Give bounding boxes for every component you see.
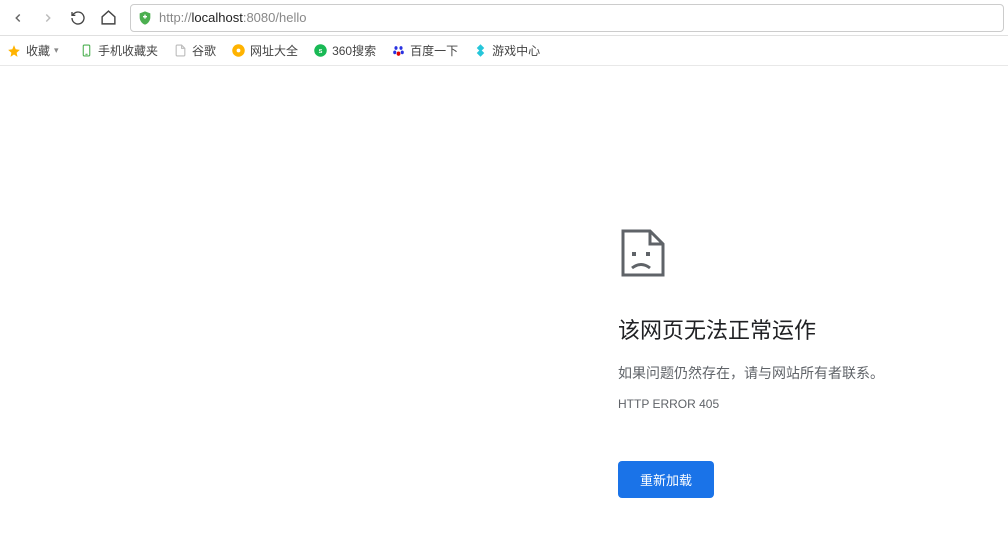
bookmark-sites[interactable]: 网址大全 [230, 42, 298, 59]
bookmark-360[interactable]: S 360搜索 [312, 42, 376, 59]
error-title: 该网页无法正常运作 [618, 313, 1008, 345]
back-button[interactable] [4, 4, 32, 32]
url-host: localhost [192, 10, 243, 25]
error-code: HTTP ERROR 405 [618, 397, 1008, 411]
bookmark-label: 收藏 [26, 42, 50, 59]
url-prefix: http:// [159, 10, 192, 25]
game-icon [472, 43, 488, 59]
address-bar[interactable]: http://localhost:8080/hello [130, 4, 1004, 32]
bookmark-label: 网址大全 [250, 42, 298, 59]
bookmark-favorites[interactable]: 收藏 ▾ [6, 42, 64, 59]
baidu-icon [390, 43, 406, 59]
browser-toolbar: http://localhost:8080/hello [0, 0, 1008, 36]
home-button[interactable] [94, 4, 122, 32]
chevron-down-icon: ▾ [54, 45, 64, 56]
bookmark-google[interactable]: 谷歌 [172, 42, 216, 59]
bookmark-label: 游戏中心 [492, 42, 540, 59]
page-icon [172, 43, 188, 59]
reload-button[interactable]: 重新加载 [618, 461, 714, 498]
error-message: 如果问题仍然存在，请与网站所有者联系。 [618, 363, 1008, 383]
bookmark-label: 谷歌 [192, 42, 216, 59]
url-path: /hello [275, 10, 306, 25]
svg-text:S: S [318, 49, 322, 55]
error-page: 该网页无法正常运作 如果问题仍然存在，请与网站所有者联系。 HTTP ERROR… [0, 66, 1008, 498]
sad-page-icon [618, 226, 1008, 285]
reload-toolbar-button[interactable] [64, 4, 92, 32]
star-icon [6, 43, 22, 59]
bookmark-baidu[interactable]: 百度一下 [390, 42, 458, 59]
bookmark-label: 百度一下 [410, 42, 458, 59]
url-port: :8080 [243, 10, 276, 25]
bookmark-label: 360搜索 [332, 42, 376, 59]
forward-button[interactable] [34, 4, 62, 32]
compass-icon [230, 43, 246, 59]
url-text[interactable]: http://localhost:8080/hello [159, 10, 997, 25]
shield-icon [137, 10, 153, 26]
bookmark-games[interactable]: 游戏中心 [472, 42, 540, 59]
bookmark-label: 手机收藏夹 [98, 42, 158, 59]
bookmark-mobile[interactable]: 手机收藏夹 [78, 42, 158, 59]
360-icon: S [312, 43, 328, 59]
bookmarks-bar: 收藏 ▾ 手机收藏夹 谷歌 网址大全 S 360搜索 百度一下 游戏中 [0, 36, 1008, 66]
phone-icon [78, 43, 94, 59]
